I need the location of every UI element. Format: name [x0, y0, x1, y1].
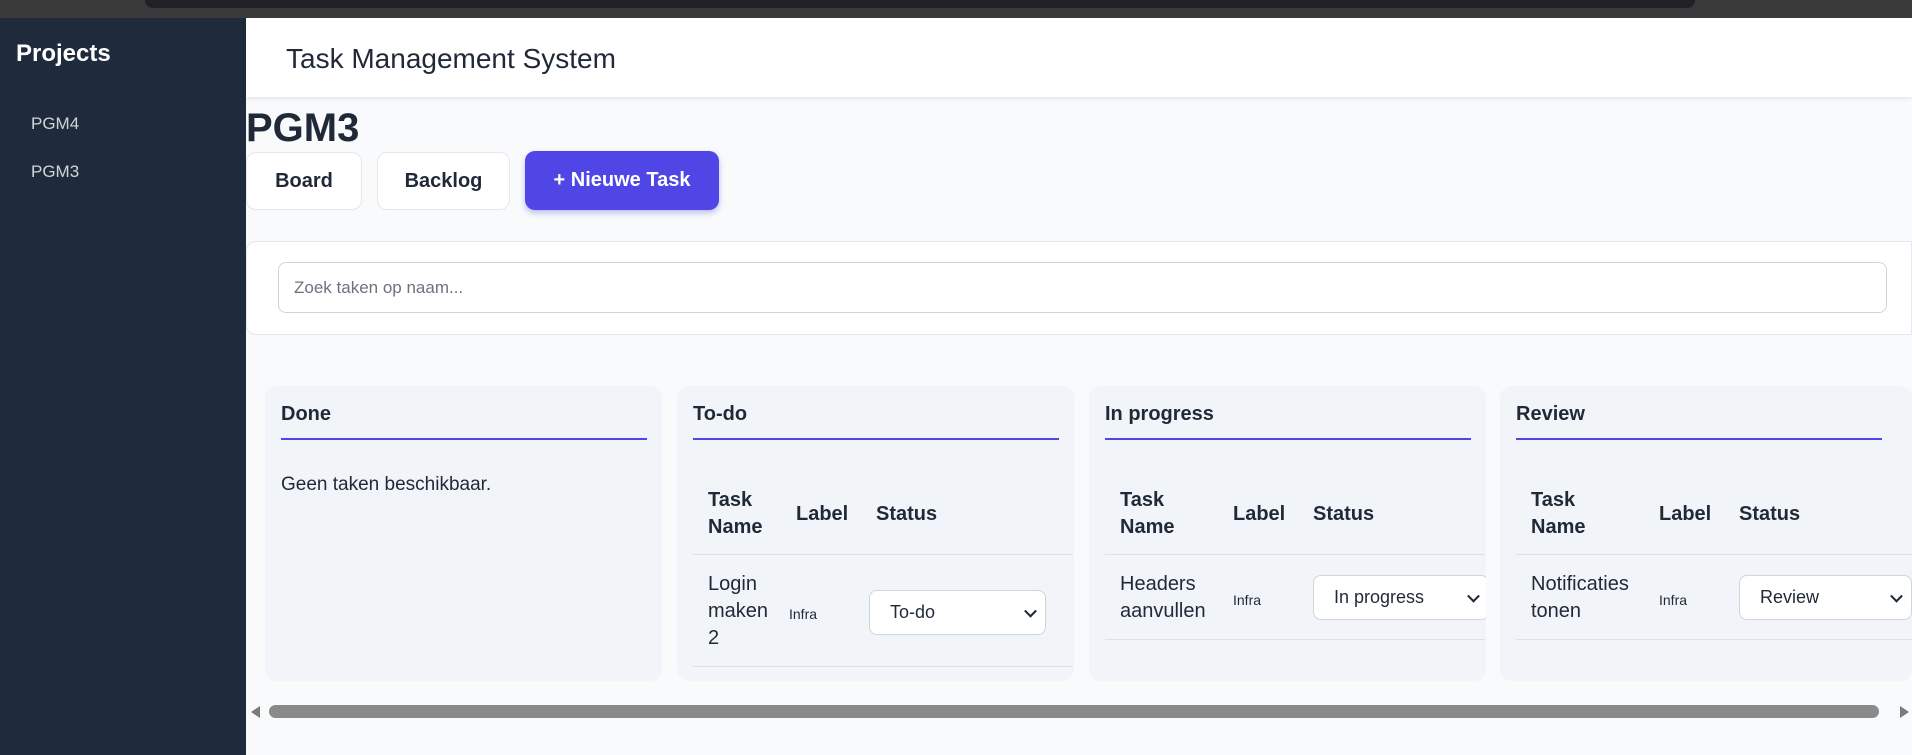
browser-top-bar: [0, 0, 1912, 18]
header-task-name: Task Name: [1120, 489, 1175, 538]
chevron-down-icon: [1024, 604, 1037, 618]
row-separator: [1516, 639, 1912, 640]
sidebar-item-pgm3[interactable]: PGM3: [31, 162, 79, 182]
header-task-name: Task Name: [1531, 489, 1586, 538]
sidebar: Projects PGM4 PGM3: [0, 18, 246, 755]
horizontal-scrollbar-thumb[interactable]: [269, 705, 1879, 718]
header-label: Label: [1233, 503, 1286, 525]
header-status: Status: [876, 503, 938, 525]
column-title: In progress: [1105, 403, 1214, 425]
column-title: Review: [1516, 403, 1585, 425]
column-todo: To-do Task Name Label Status Login maken…: [677, 386, 1074, 681]
row-separator: [1105, 639, 1485, 640]
column-done: Done Geen taken beschikbaar.: [265, 386, 662, 681]
search-input[interactable]: [278, 262, 1887, 313]
header-status: Status: [1313, 503, 1375, 525]
status-select-value: Review: [1760, 587, 1820, 607]
board-button[interactable]: Board: [246, 152, 362, 210]
scroll-left-arrow-icon[interactable]: [251, 706, 260, 718]
column-divider: [1105, 438, 1471, 440]
browser-address-bar[interactable]: [145, 0, 1695, 8]
header-label: Label: [796, 503, 849, 525]
chevron-down-icon: [1890, 589, 1903, 603]
scroll-right-arrow-icon[interactable]: [1900, 706, 1909, 718]
status-select[interactable]: In progress: [1313, 575, 1486, 620]
column-title: To-do: [693, 403, 748, 425]
empty-state-text: Geen taken beschikbaar.: [281, 474, 492, 495]
search-panel: [246, 241, 1912, 335]
status-select-value: In progress: [1334, 587, 1425, 607]
app-header: Task Management System: [246, 18, 1912, 97]
column-review: Review Task Name Label Status Notificati…: [1500, 386, 1912, 681]
status-select[interactable]: To-do: [869, 590, 1046, 635]
task-name: Notificaties tonen: [1531, 573, 1629, 622]
header-separator: [1516, 554, 1912, 555]
column-divider: [1516, 438, 1882, 440]
task-label: Infra: [1233, 592, 1262, 608]
header-task-name: Task Name: [708, 489, 763, 538]
backlog-button[interactable]: Backlog: [377, 152, 510, 210]
task-label: Infra: [1659, 592, 1688, 608]
project-title: PGM3: [246, 106, 360, 150]
status-select[interactable]: Review: [1739, 575, 1912, 620]
sidebar-item-pgm4[interactable]: PGM4: [31, 114, 79, 134]
header-status: Status: [1739, 503, 1801, 525]
task-label: Infra: [789, 606, 818, 622]
column-in-progress: In progress Task Name Label Status Heade…: [1089, 386, 1486, 681]
header-separator: [693, 554, 1073, 555]
column-divider: [693, 438, 1059, 440]
header-label: Label: [1659, 503, 1712, 525]
header-separator: [1105, 554, 1485, 555]
column-title: Done: [281, 403, 331, 425]
task-name: Login maken 2: [708, 573, 769, 649]
status-select-value: To-do: [890, 602, 936, 622]
column-divider: [281, 438, 647, 440]
task-name: Headers aanvullen: [1120, 573, 1206, 622]
chevron-down-icon: [1467, 589, 1480, 603]
app-title: Task Management System: [286, 43, 616, 74]
sidebar-title: Projects: [16, 40, 111, 67]
row-separator: [693, 666, 1073, 667]
new-task-button[interactable]: + Nieuwe Task: [525, 151, 719, 210]
